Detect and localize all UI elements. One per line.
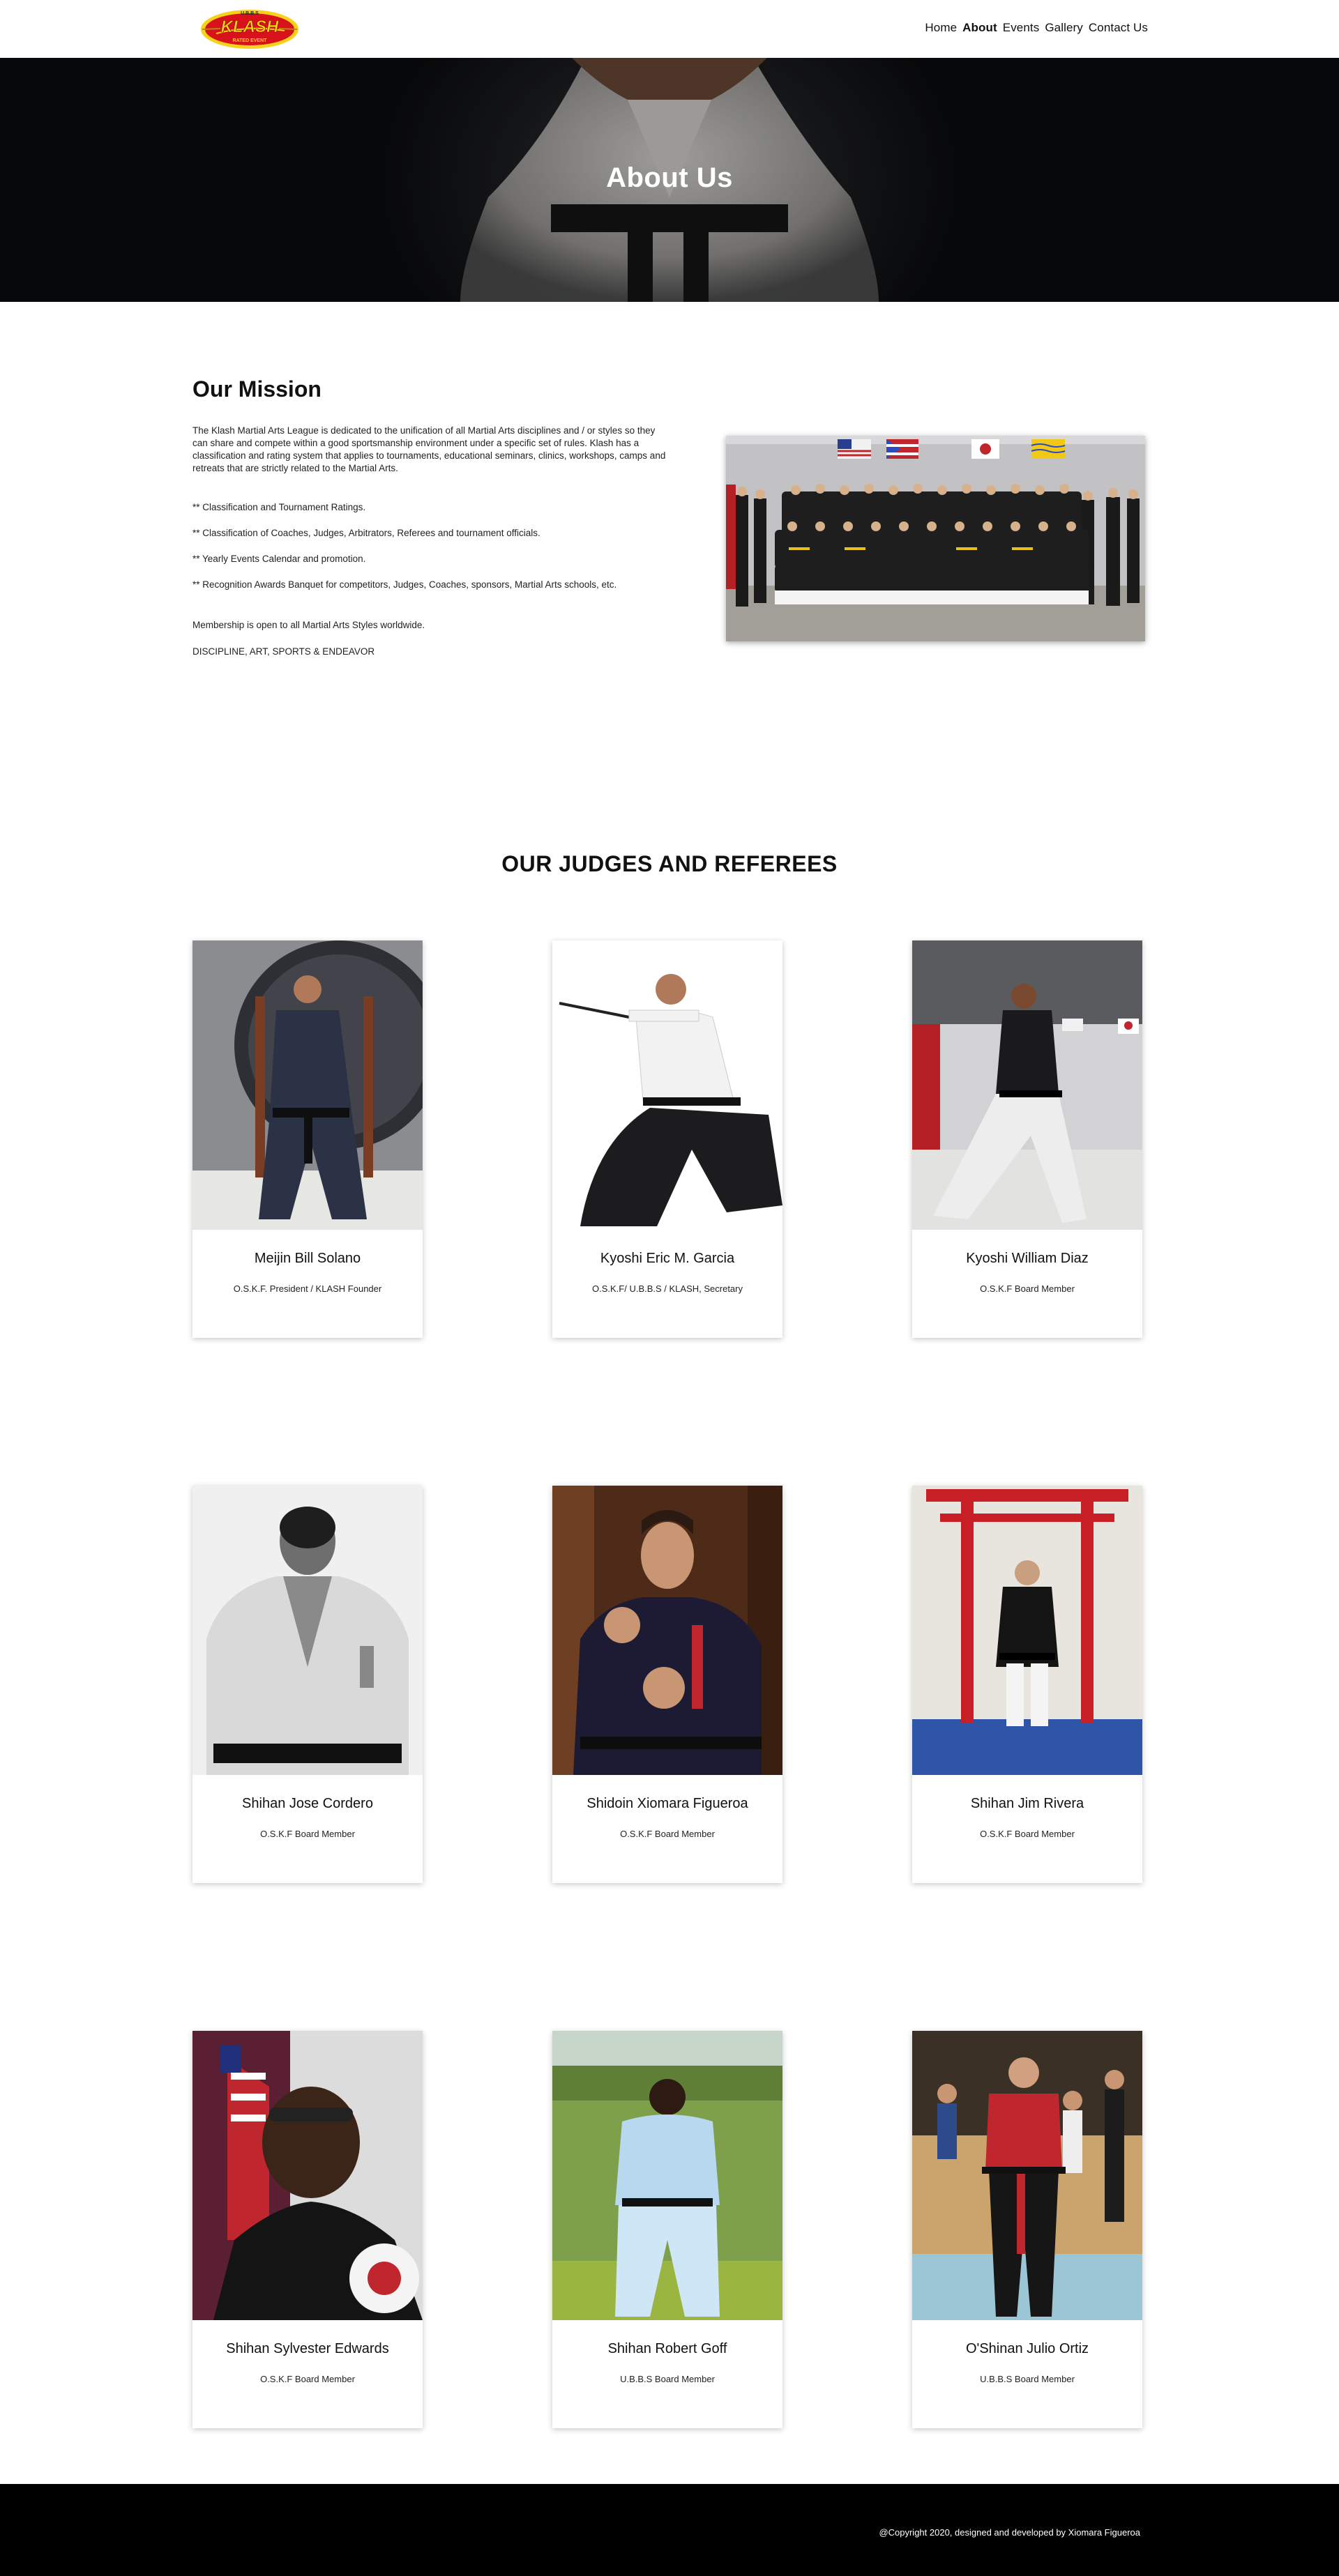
judge-photo: [912, 940, 1142, 1230]
judge-card[interactable]: Meijin Bill Solano O.S.K.F. President / …: [192, 940, 423, 1338]
judge-card[interactable]: Shihan Jim Rivera O.S.K.F Board Member: [912, 1486, 1142, 1883]
judge-name: Shihan Jim Rivera: [970, 1796, 1084, 1811]
group-photo: [726, 436, 1145, 641]
judge-photo: [912, 2031, 1142, 2320]
copyright-text: @Copyright 2020, designed and developed …: [879, 2527, 1140, 2538]
judge-photo: [552, 940, 782, 1230]
site-header: KLASH U.B.B.S RATED EVENT Home About Eve…: [0, 0, 1339, 58]
judge-role: O.S.K.F Board Member: [620, 1829, 715, 1839]
judge-name: Kyoshi William Diaz: [966, 1251, 1089, 1266]
judge-role: O.S.K.F Board Member: [260, 1829, 355, 1839]
judge-photo: [192, 940, 423, 1230]
mission-item: ** Yearly Events Calendar and promotion.: [192, 554, 366, 564]
membership-text: Membership is open to all Martial Arts S…: [192, 620, 425, 630]
judge-photo: [912, 1486, 1142, 1775]
nav-home[interactable]: Home: [925, 21, 957, 35]
page-title: About Us: [606, 162, 733, 193]
judge-photo: [192, 1486, 423, 1775]
judge-card[interactable]: Shihan Jose Cordero O.S.K.F Board Member: [192, 1486, 423, 1883]
judge-card[interactable]: Shihan Robert Goff U.B.B.S Board Member: [552, 2031, 782, 2428]
nav-about[interactable]: About: [962, 21, 997, 35]
nav-contact-us[interactable]: Contact Us: [1089, 21, 1148, 35]
judge-role: O.S.K.F. President / KLASH Founder: [233, 1283, 382, 1294]
judge-role: O.S.K.F Board Member: [260, 2374, 355, 2384]
judge-name: Kyoshi Eric M. Garcia: [600, 1251, 735, 1266]
motto-text: DISCIPLINE, ART, SPORTS & ENDEAVOR: [192, 646, 375, 657]
judge-photo: [192, 2031, 423, 2320]
klash-logo[interactable]: KLASH U.B.B.S RATED EVENT: [192, 6, 307, 52]
mission-item: ** Classification and Tournament Ratings…: [192, 502, 366, 512]
mission-text: The Klash Martial Arts League is dedicat…: [192, 425, 667, 672]
mission-intro: The Klash Martial Arts League is dedicat…: [192, 425, 666, 473]
nav-events[interactable]: Events: [1003, 21, 1040, 35]
mission-heading: Our Mission: [192, 376, 321, 402]
judge-role: U.B.B.S Board Member: [980, 2374, 1075, 2384]
judge-role: O.S.K.F Board Member: [980, 1829, 1075, 1839]
nav-gallery[interactable]: Gallery: [1045, 21, 1083, 35]
judge-card[interactable]: O'Shinan Julio Ortiz U.B.B.S Board Membe…: [912, 2031, 1142, 2428]
judge-role: O.S.K.F Board Member: [980, 1283, 1075, 1294]
judge-card[interactable]: Shihan Sylvester Edwards O.S.K.F Board M…: [192, 2031, 423, 2428]
judge-card[interactable]: Kyoshi William Diaz O.S.K.F Board Member: [912, 940, 1142, 1338]
svg-text:U.B.B.S: U.B.B.S: [241, 11, 259, 16]
judge-name: Shihan Sylvester Edwards: [226, 2341, 389, 2356]
hero-banner: About Us: [0, 58, 1339, 302]
judge-card[interactable]: Shidoin Xiomara Figueroa O.S.K.F Board M…: [552, 1486, 782, 1883]
mission-item: ** Recognition Awards Banquet for compet…: [192, 579, 617, 590]
judge-name: Meijin Bill Solano: [254, 1251, 361, 1266]
judge-role: U.B.B.S Board Member: [620, 2374, 715, 2384]
judge-card[interactable]: Kyoshi Eric M. Garcia O.S.K.F/ U.B.B.S /…: [552, 940, 782, 1338]
judge-name: Shidoin Xiomara Figueroa: [587, 1796, 748, 1811]
site-footer: @Copyright 2020, designed and developed …: [0, 2484, 1339, 2576]
svg-text:KLASH: KLASH: [221, 17, 279, 36]
judge-role: O.S.K.F/ U.B.B.S / KLASH, Secretary: [591, 1283, 743, 1294]
judge-photo: [552, 2031, 782, 2320]
judge-photo: [552, 1486, 782, 1775]
judge-name: Shihan Robert Goff: [607, 2341, 727, 2356]
klash-logo-image: KLASH U.B.B.S RATED EVENT: [201, 10, 298, 49]
svg-text:RATED EVENT: RATED EVENT: [233, 38, 268, 43]
judges-heading: OUR JUDGES AND REFEREES: [501, 851, 838, 876]
judge-name: Shihan Jose Cordero: [242, 1796, 373, 1811]
mission-item: ** Classification of Coaches, Judges, Ar…: [192, 528, 540, 538]
judge-name: O'Shinan Julio Ortiz: [965, 2341, 1089, 2356]
main-nav: Home About Events Gallery Contact Us: [925, 21, 1148, 35]
